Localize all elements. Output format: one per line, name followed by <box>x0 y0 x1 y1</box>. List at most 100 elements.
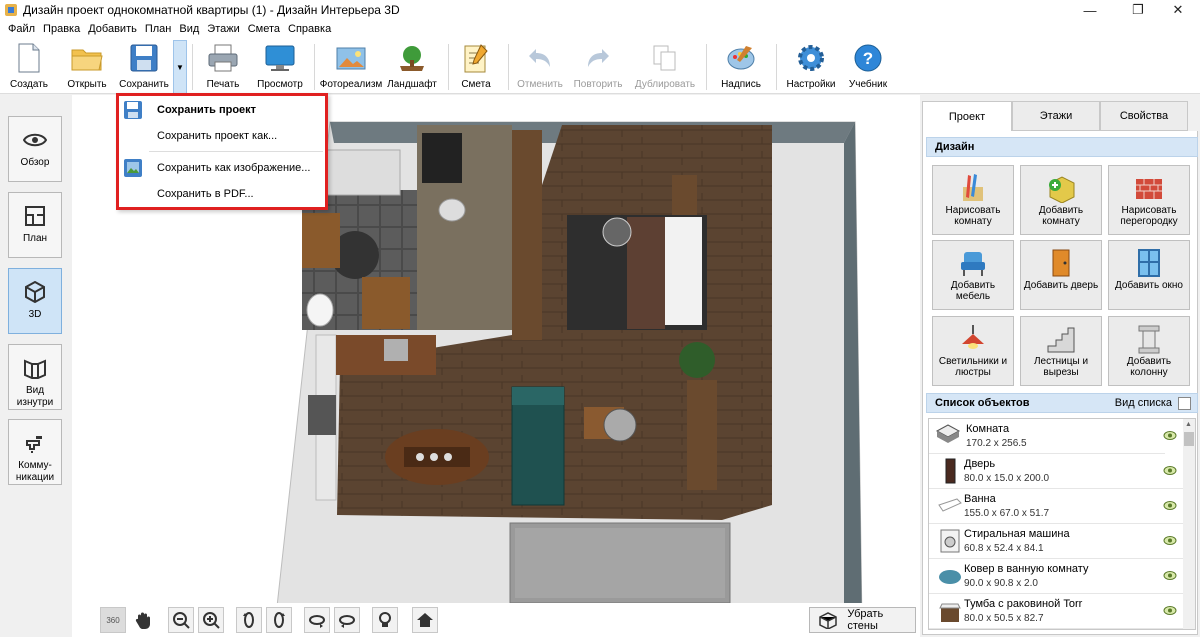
menu-help[interactable]: Справка <box>284 23 335 35</box>
design-header: Дизайн <box>926 137 1198 157</box>
folder-icon <box>71 42 103 74</box>
door-icon <box>937 458 963 484</box>
scroll-up-icon[interactable]: ▲ <box>1185 421 1192 428</box>
walls-icon <box>818 611 841 630</box>
menu-plan[interactable]: План <box>141 23 176 35</box>
maximize-button[interactable]: ❐ <box>1116 0 1160 20</box>
visibility-eye-icon[interactable] <box>1163 571 1177 580</box>
title-bar: Дизайн проект однокомнатной квартиры (1)… <box>0 0 1200 20</box>
landscape-button[interactable]: Ландшафт <box>386 40 438 92</box>
object-list: Комната 170.2 x 256.5 Дверь 80.0 x 15.0 … <box>928 418 1196 630</box>
duplicate-button[interactable]: Дублировать <box>633 40 697 92</box>
floor-plan-icon <box>22 203 48 229</box>
menu-file[interactable]: Файл <box>4 23 39 35</box>
visibility-eye-icon[interactable] <box>1163 431 1177 440</box>
visibility-eye-icon[interactable] <box>1163 466 1177 475</box>
home-icon[interactable] <box>412 607 438 633</box>
scrollbar-thumb[interactable] <box>1184 432 1194 446</box>
rotate-left-icon[interactable] <box>236 607 262 633</box>
list-view-icon <box>1178 396 1191 410</box>
settings-button[interactable]: Настройки <box>784 40 838 92</box>
printer-icon <box>207 42 239 74</box>
save-pdf-item[interactable]: Сохранить в PDF... <box>122 182 322 206</box>
menu-estimate[interactable]: Смета <box>244 23 284 35</box>
visibility-eye-icon[interactable] <box>1163 536 1177 545</box>
rotate-right-icon[interactable] <box>266 607 292 633</box>
lamps-button[interactable]: Светильники и люстры <box>932 316 1014 386</box>
tutorial-button[interactable]: ? Учебник <box>846 40 890 92</box>
list-view-toggle[interactable]: Вид списка <box>1115 396 1191 410</box>
stairs-button[interactable]: Лестницы и вырезы <box>1020 316 1102 386</box>
overview-button[interactable]: Обзор <box>8 116 62 182</box>
door-icon <box>1046 248 1076 278</box>
add-door-button[interactable]: Добавить дверь <box>1020 240 1102 310</box>
tab-floors[interactable]: Этажи <box>1012 101 1100 131</box>
list-item-room[interactable]: Комната 170.2 x 256.5 <box>929 419 1177 454</box>
add-furniture-button[interactable]: Добавить мебель <box>932 240 1014 310</box>
open-button[interactable]: Открыть <box>62 40 112 92</box>
faucet-icon <box>22 430 48 456</box>
menu-bar: Файл Правка Добавить План Вид Этажи Смет… <box>0 20 1200 38</box>
window-icon <box>1134 248 1164 278</box>
save-as-image-item[interactable]: Сохранить как изображение... <box>122 156 322 180</box>
add-room-button[interactable]: Добавить комнату <box>1020 165 1102 235</box>
bathtub-icon <box>937 493 963 519</box>
save-project-as-item[interactable]: Сохранить проект как... <box>122 124 322 148</box>
add-window-button[interactable]: Добавить окно <box>1108 240 1190 310</box>
save-menu: Сохранить проект Сохранить проект как...… <box>116 93 328 210</box>
tab-project[interactable]: Проект <box>922 101 1012 132</box>
minimize-button[interactable]: — <box>1068 0 1112 20</box>
menu-floors[interactable]: Этажи <box>203 23 243 35</box>
help-icon: ? <box>852 42 884 74</box>
draw-room-button[interactable]: Нарисовать комнату <box>932 165 1014 235</box>
remove-walls-button[interactable]: Убрать стены <box>809 607 916 633</box>
save-project-item[interactable]: Сохранить проект <box>122 98 322 122</box>
tilt-down-icon[interactable] <box>304 607 330 633</box>
list-item-bathtub[interactable]: Ванна 155.0 x 67.0 x 51.7 <box>929 489 1185 524</box>
image-file-icon <box>123 158 145 178</box>
visibility-eye-icon[interactable] <box>1163 606 1177 615</box>
draw-partition-button[interactable]: Нарисовать перегородку <box>1108 165 1190 235</box>
zoom-out-icon[interactable] <box>168 607 194 633</box>
list-item-washing-machine[interactable]: Стиральная машина 60.8 x 52.4 x 84.1 <box>929 524 1185 559</box>
window-title: Дизайн проект однокомнатной квартиры (1)… <box>23 3 400 17</box>
3d-button[interactable]: 3D <box>8 268 62 334</box>
create-button[interactable]: Создать <box>8 40 50 92</box>
preview-button[interactable]: Просмотр <box>254 40 306 92</box>
rotate-360-button[interactable]: 360 <box>100 607 126 633</box>
save-button[interactable]: Сохранить <box>116 40 172 92</box>
room-icon <box>935 423 961 449</box>
visibility-eye-icon[interactable] <box>1163 501 1177 510</box>
menu-view[interactable]: Вид <box>175 23 203 35</box>
zoom-in-icon[interactable] <box>198 607 224 633</box>
list-item-sink-cabinet[interactable]: Тумба с раковиной Torr 80.0 x 50.5 x 82.… <box>929 594 1185 629</box>
menu-edit[interactable]: Правка <box>39 23 84 35</box>
redo-button[interactable]: Повторить <box>570 40 626 92</box>
tilt-up-icon[interactable] <box>334 607 360 633</box>
tab-properties[interactable]: Свойства <box>1100 101 1188 131</box>
menu-add[interactable]: Добавить <box>84 23 141 35</box>
inside-view-button[interactable]: Вид изнутри <box>8 344 62 410</box>
cube-icon <box>22 279 48 305</box>
right-panel: Проект Этажи Свойства Дизайн Нарисовать … <box>920 95 1200 637</box>
save-dropdown-arrow[interactable]: ▼ <box>173 40 187 94</box>
paint-palette-icon <box>725 42 757 74</box>
brick-wall-icon <box>1134 173 1164 203</box>
label-button[interactable]: Надпись <box>716 40 766 92</box>
add-box-icon <box>1046 173 1076 204</box>
object-list-scrollbar[interactable]: ▲ <box>1183 419 1195 629</box>
add-column-button[interactable]: Добавить колонну <box>1108 316 1190 386</box>
column-icon <box>1134 324 1164 354</box>
print-button[interactable]: Печать <box>200 40 246 92</box>
list-item-rug[interactable]: Ковер в ванную комнату 90.0 x 90.8 x 2.0 <box>929 559 1185 594</box>
close-button[interactable]: ✕ <box>1156 0 1200 20</box>
hand-pan-icon[interactable] <box>130 607 156 633</box>
light-bulb-icon[interactable] <box>372 607 398 633</box>
undo-button[interactable]: Отменить <box>514 40 566 92</box>
toolbar: Создать Открыть Сохранить ▼ Печать Просм… <box>0 38 1200 94</box>
plan-button[interactable]: План <box>8 192 62 258</box>
estimate-button[interactable]: Смета <box>456 40 496 92</box>
communications-button[interactable]: Комму-никации <box>8 419 62 485</box>
photorealism-button[interactable]: Фотореализм <box>320 40 382 92</box>
list-item-door[interactable]: Дверь 80.0 x 15.0 x 200.0 <box>929 454 1185 489</box>
